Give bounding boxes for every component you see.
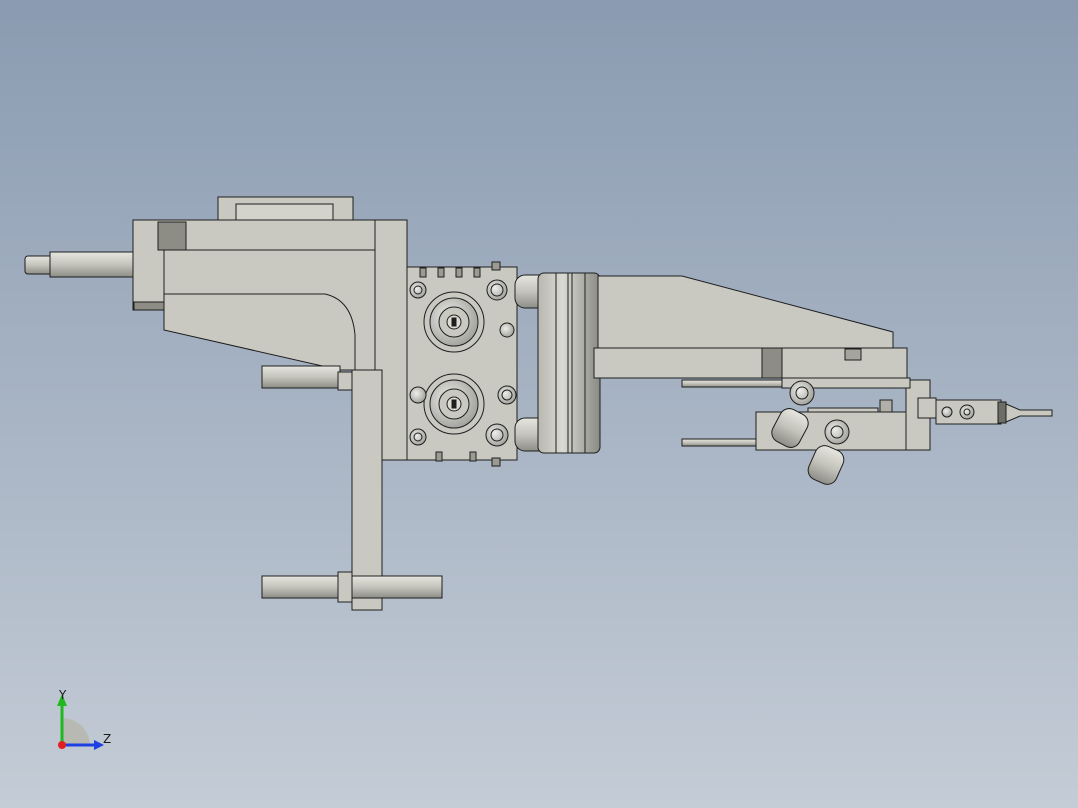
tip-fittings[interactable]: [755, 380, 907, 488]
hex-nut-top[interactable]: [423, 291, 485, 353]
valve-manifold[interactable]: [406, 261, 518, 467]
top-mount-block[interactable]: [217, 196, 354, 222]
cad-viewport[interactable]: Y Z: [0, 0, 1078, 808]
x-axis-dot: [58, 741, 66, 749]
assembly-model[interactable]: [0, 0, 1078, 808]
y-axis-label: Y: [59, 688, 67, 702]
rotary-actuator[interactable]: [537, 272, 601, 454]
z-axis-label: Z: [103, 732, 112, 746]
hex-nut-bottom[interactable]: [423, 373, 485, 435]
left-shaft[interactable]: [24, 251, 137, 278]
coordinate-triad: [57, 694, 104, 750]
